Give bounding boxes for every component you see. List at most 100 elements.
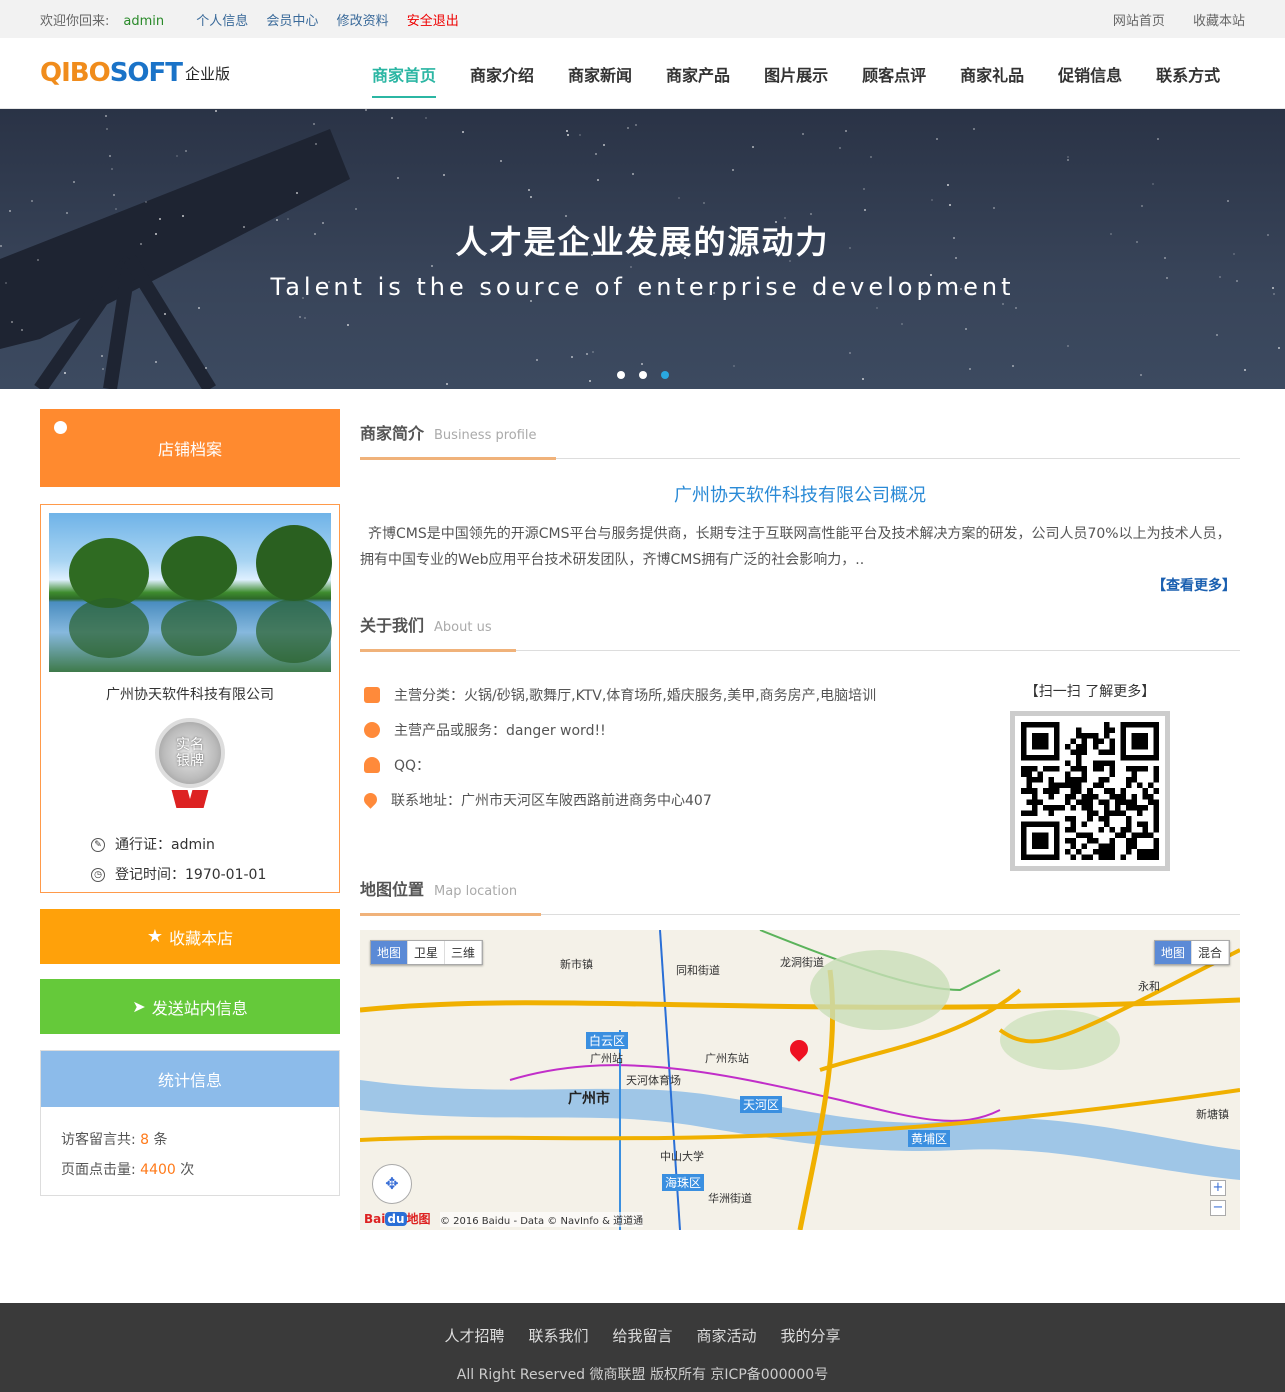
map-view-hybrid[interactable]: 混合	[1192, 941, 1229, 964]
map-title-cn: 地图位置	[360, 880, 425, 899]
map-label: 龙洞街道	[780, 956, 824, 969]
send-message-button[interactable]: ➤ 发送站内信息	[40, 979, 340, 1034]
profile-heading[interactable]: 广州协天软件科技有限公司概况	[360, 481, 1240, 507]
map-label: 永和	[1138, 980, 1160, 993]
top-bar-left: 欢迎你回来: admin 个人信息 会员中心 修改资料 安全退出	[40, 10, 473, 29]
logo-edition: 企业版	[185, 65, 231, 83]
logo-part2: SOFT	[109, 58, 183, 88]
footer-link-share[interactable]: 我的分享	[781, 1325, 841, 1346]
profile-text: 齐博CMS是中国领先的开源CMS平台与服务提供商，长期专注于互联网高性能平台及技…	[360, 526, 1231, 568]
nav-news[interactable]: 商家新闻	[568, 48, 632, 98]
footer-link-message[interactable]: 给我留言	[612, 1325, 672, 1346]
about-section-title: 关于我们 About us	[360, 601, 1240, 652]
hero-banner[interactable]: 人才是企业发展的源动力 Talent is the source of ente…	[0, 109, 1285, 389]
qr-code	[1010, 711, 1170, 871]
grid-icon	[364, 721, 380, 738]
qr-block: 【扫一扫 了解更多】	[1010, 681, 1170, 871]
map-label: 黄埔区	[908, 1130, 951, 1147]
shop-card: 广州协天软件科技有限公司 实名 银牌 ✎ 通行证： admin ◷ 登记时间： 1970…	[40, 504, 340, 893]
stats-box: 统计信息 访客留言共: 8 条 页面点击量: 4400 次	[40, 1050, 340, 1196]
about-title-cn: 关于我们	[360, 616, 425, 635]
footer-link-activities[interactable]: 商家活动	[697, 1325, 757, 1346]
map-title-en: Map location	[434, 884, 518, 899]
profile-section-title: 商家简介 Business profile	[360, 409, 1240, 460]
zoom-out-button[interactable]: −	[1210, 1200, 1226, 1216]
map-label: 同和街道	[676, 964, 720, 977]
banner-title-en: Talent is the source of enterprise devel…	[270, 273, 1015, 301]
map-label: 广州市	[568, 1091, 610, 1107]
footer-link-jobs[interactable]: 人才招聘	[444, 1325, 504, 1346]
about-title-en: About us	[434, 620, 492, 635]
link-bookmark[interactable]: 收藏本站	[1193, 14, 1245, 29]
company-name: 广州协天软件科技有限公司	[106, 687, 274, 703]
logout-link[interactable]: 安全退出	[407, 14, 459, 29]
pass-icon: ✎	[91, 838, 105, 852]
send-message-label: 发送站内信息	[151, 998, 248, 1018]
paper-plane-icon: ➤	[132, 997, 146, 1016]
star-icon: ★	[146, 926, 164, 947]
about-address: 联系地址：广州市天河区车陂西路前进商务中心407	[391, 792, 712, 809]
favorite-shop-button[interactable]: ★ 收藏本店	[40, 909, 340, 964]
map-pan-control[interactable]: ✥	[372, 1164, 412, 1204]
slider-dot-2[interactable]	[638, 371, 647, 379]
nav-promotions[interactable]: 促销信息	[1058, 48, 1122, 98]
banner-title-cn: 人才是企业发展的源动力	[455, 223, 830, 261]
list-icon	[364, 686, 380, 703]
map-label: 广州站	[590, 1052, 623, 1065]
slider-dot-3[interactable]	[660, 371, 669, 379]
qq-icon	[364, 756, 380, 773]
link-site-home[interactable]: 网站首页	[1113, 14, 1165, 29]
main-nav: 商家首页 商家介绍 商家新闻 商家产品 图片展示 顾客点评 商家礼品 促销信息 …	[355, 48, 1237, 98]
slider-dots	[0, 371, 1285, 379]
link-member-center[interactable]: 会员中心	[266, 14, 318, 29]
nav-home[interactable]: 商家首页	[372, 48, 437, 98]
map-label: 华洲街道	[708, 1192, 752, 1205]
pass-label: 通行证：	[115, 837, 171, 853]
map-label: 天河体育场	[626, 1074, 681, 1087]
reg-label: 登记时间：	[115, 867, 185, 883]
map-type-3d[interactable]: 三维	[445, 941, 483, 964]
clicks-value: 4400	[140, 1162, 176, 1178]
map-label: 天河区	[740, 1096, 783, 1113]
map-view-map[interactable]: 地图	[1154, 941, 1192, 964]
link-edit-profile[interactable]: 修改资料	[337, 14, 389, 29]
nav-contact[interactable]: 联系方式	[1156, 48, 1220, 98]
nav-gifts[interactable]: 商家礼品	[960, 48, 1024, 98]
link-profile[interactable]: 个人信息	[196, 14, 248, 29]
top-bar-right: 网站首页 收藏本站	[1089, 10, 1245, 29]
clicks-unit: 次	[180, 1162, 195, 1178]
slider-dot-1[interactable]	[616, 371, 625, 379]
header: QIBO SOFT 企业版 商家首页 商家介绍 商家新闻 商家产品 图片展示 顾客点…	[0, 38, 1285, 109]
map-label: 广州东站	[705, 1052, 749, 1065]
view-more-link[interactable]: 【查看更多】	[360, 575, 1240, 595]
about-qq: QQ：	[394, 757, 431, 774]
baidu-map[interactable]: 地图 卫星 三维 地图 混合 新市镇 同和街道 龙洞街道 白云区 广州站 广州东…	[360, 930, 1240, 1230]
zoom-in-button[interactable]: +	[1210, 1180, 1226, 1196]
map-label: 新市镇	[560, 958, 593, 971]
visits-unit: 条	[153, 1132, 168, 1148]
stats-title: 统计信息	[41, 1051, 339, 1107]
visits-value: 8	[140, 1132, 150, 1148]
nav-intro[interactable]: 商家介绍	[470, 48, 534, 98]
shop-profile-box: 店铺档案	[40, 409, 340, 487]
logo[interactable]: QIBO SOFT 企业版	[40, 58, 340, 88]
medal-text: 实名 银牌	[155, 718, 225, 788]
welcome-text: 欢迎你回来:	[40, 13, 110, 29]
shop-info: ✎ 通行证： admin ◷ 登记时间： 1970-01-01	[49, 830, 331, 890]
sidebar: 店铺档案 广州协天软件科技有限公司 实名 银牌 ✎ 通行证： admin ◷ 登…	[40, 409, 340, 1196]
map-type-satellite[interactable]: 卫星	[408, 941, 446, 964]
map-label: 海珠区	[662, 1174, 705, 1191]
clicks-label: 页面点击量:	[61, 1162, 136, 1178]
nav-gallery[interactable]: 图片展示	[764, 48, 828, 98]
map-label: 新塘镇	[1196, 1108, 1229, 1121]
map-type-map[interactable]: 地图	[371, 941, 409, 964]
map-copyright: © 2016 Baidu - Data © NavInfo & 道道通	[440, 1212, 644, 1227]
nav-reviews[interactable]: 顾客点评	[862, 48, 926, 98]
nav-products[interactable]: 商家产品	[666, 48, 730, 98]
shop-profile-title: 店铺档案	[157, 440, 222, 459]
footer-link-contact[interactable]: 联系我们	[528, 1325, 588, 1346]
shop-photo	[49, 513, 332, 672]
profile-title-cn: 商家简介	[360, 424, 425, 443]
profile-title-en: Business profile	[434, 428, 537, 443]
map-type-toolbar-right: 地图 混合	[1153, 940, 1230, 965]
